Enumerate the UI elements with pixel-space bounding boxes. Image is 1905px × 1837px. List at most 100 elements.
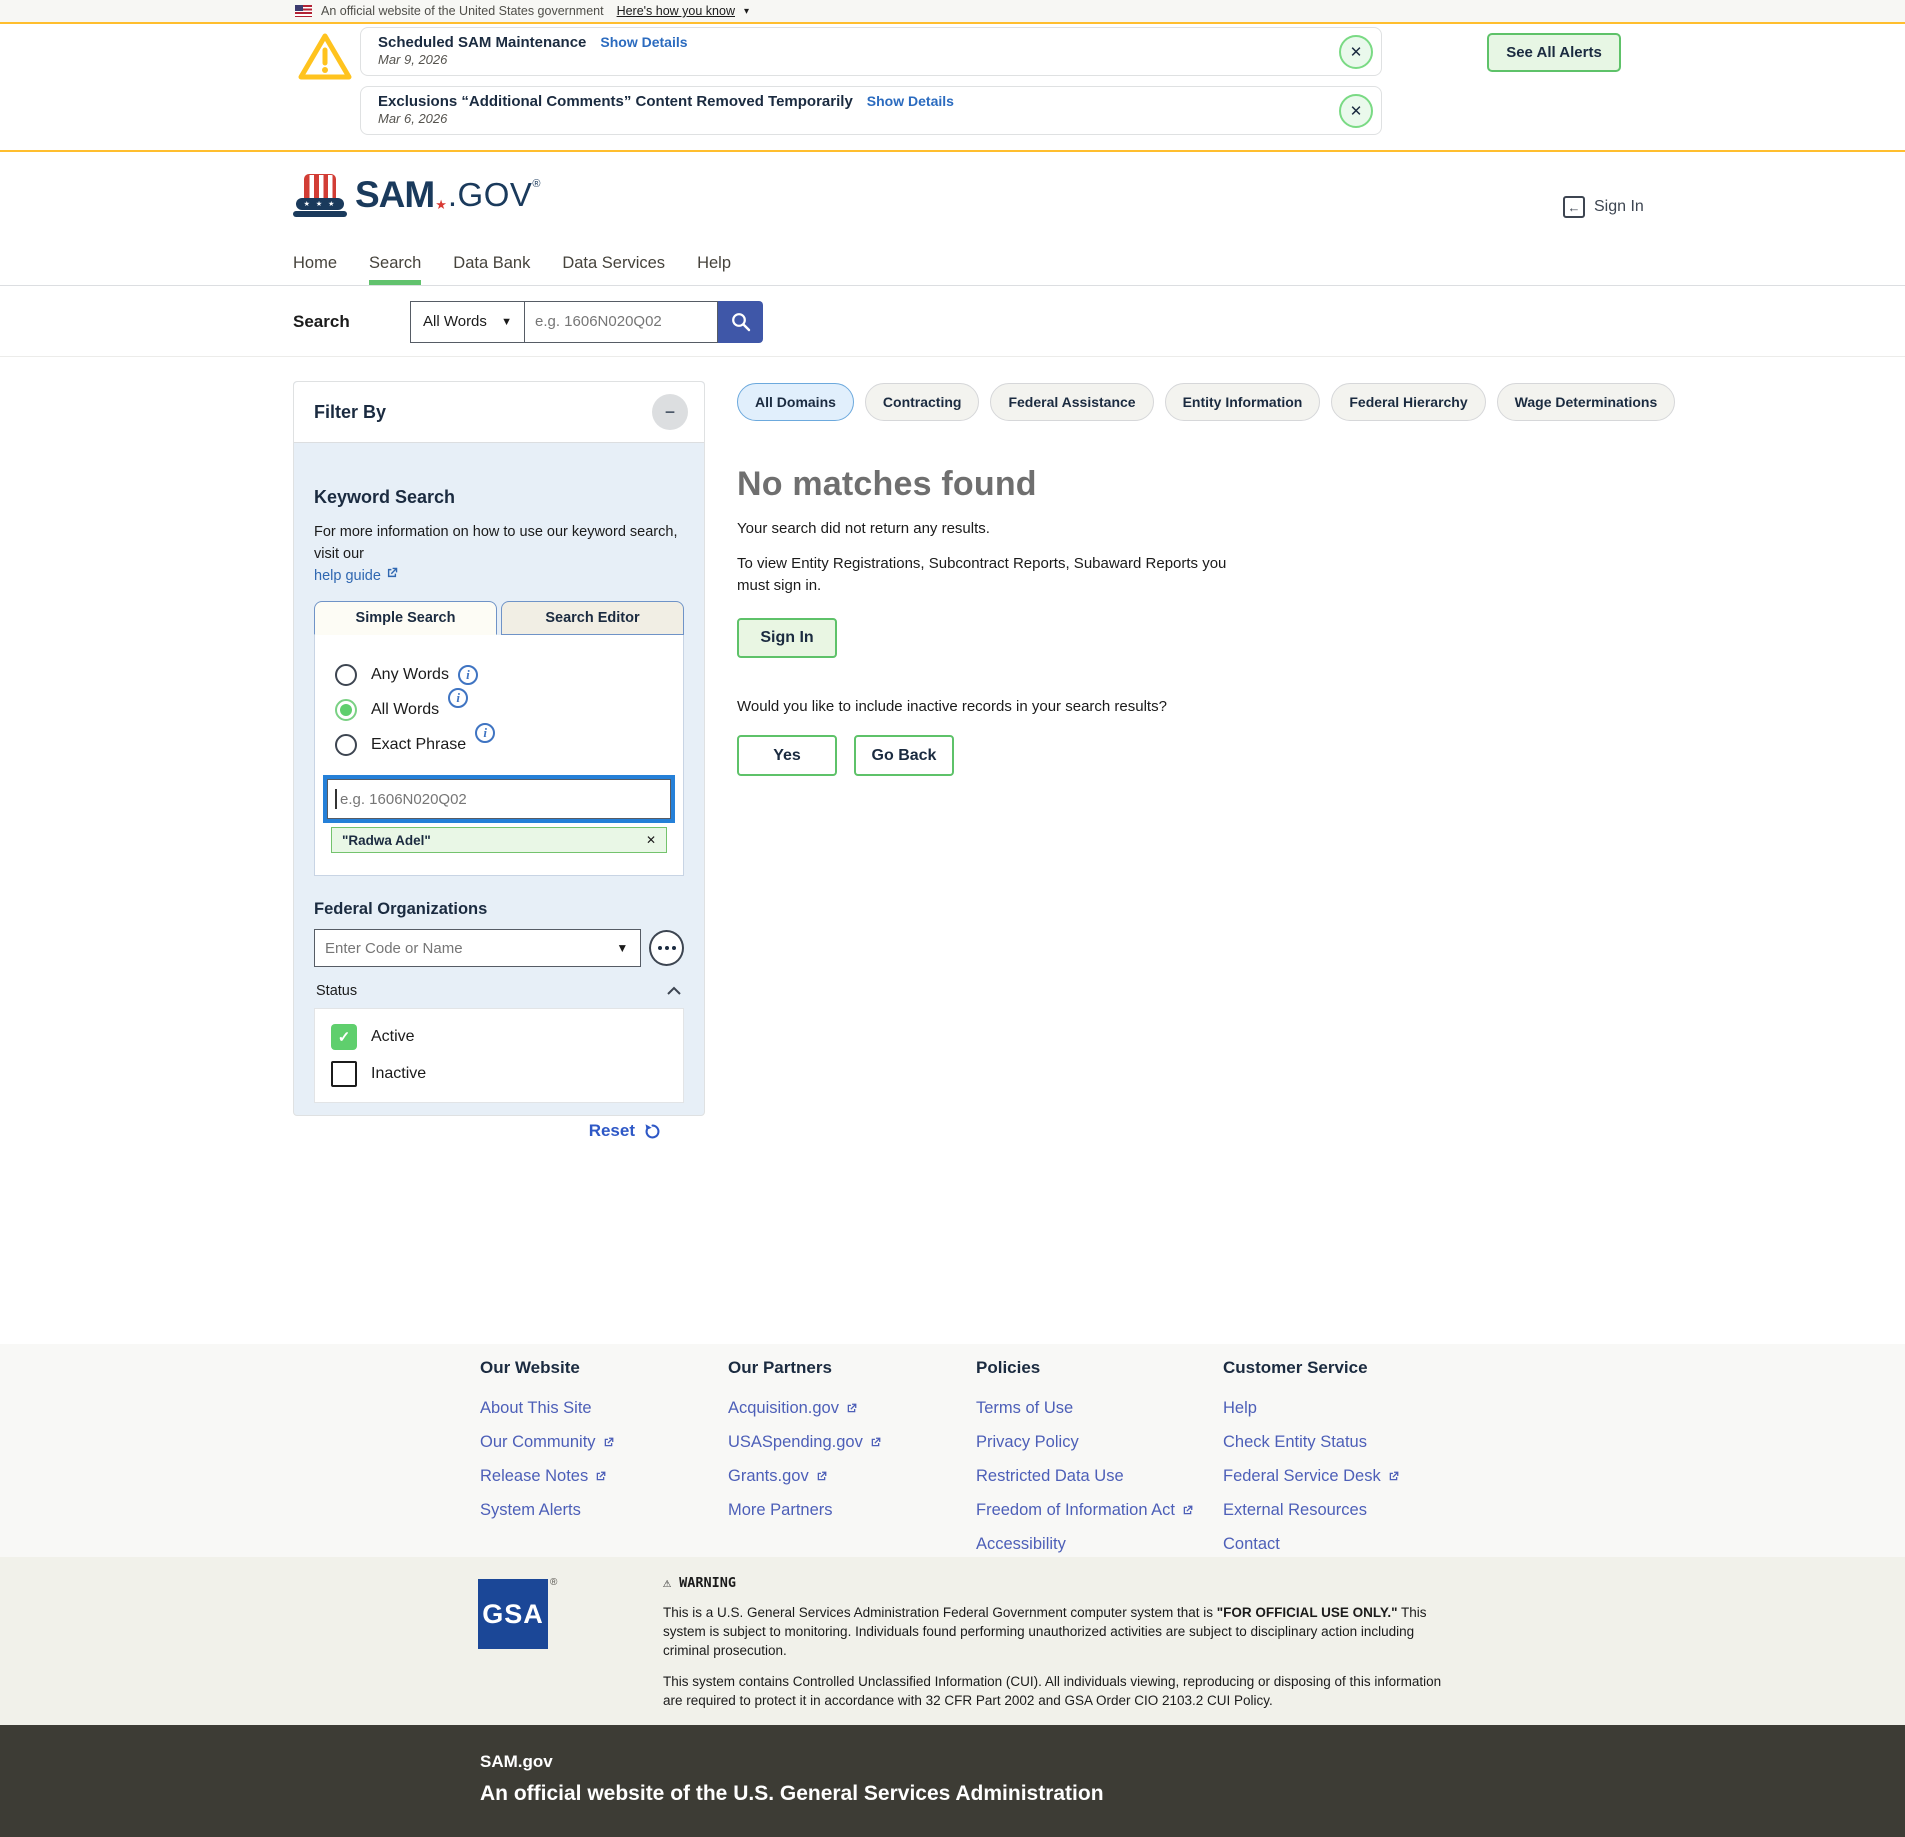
radio-any-words[interactable] (335, 664, 357, 686)
footer-link-acquisition-gov[interactable]: Acquisition.gov (728, 1398, 968, 1419)
footer-link-our-community[interactable]: Our Community (480, 1432, 720, 1453)
status-option-active[interactable]: ✓ Active (331, 1024, 667, 1050)
domain-tab-federal-assistance[interactable]: Federal Assistance (990, 383, 1153, 421)
show-details-link[interactable]: Show Details (600, 34, 687, 50)
nav-item-search[interactable]: Search (369, 242, 421, 285)
search-input[interactable] (525, 301, 718, 343)
footer-link-grants-gov[interactable]: Grants.gov (728, 1466, 968, 1487)
logo-text-gov: .GOV (448, 176, 533, 214)
text-cursor (335, 789, 337, 809)
search-icon (730, 311, 752, 333)
reset-filters-link[interactable]: Reset (314, 1121, 662, 1141)
show-details-link[interactable]: Show Details (867, 93, 954, 109)
footer-link-external-resources[interactable]: External Resources (1223, 1500, 1463, 1521)
footer-column-our-website: Our Website About This Site Our Communit… (480, 1358, 720, 1534)
footer-link-label: Release Notes (480, 1466, 588, 1487)
footer-link-accessibility[interactable]: Accessibility (976, 1534, 1216, 1555)
sam-gov-logo[interactable]: ★ ★ ★ SAM ★ .GOV ® (293, 172, 541, 218)
info-icon[interactable]: i (448, 688, 468, 708)
info-icon[interactable]: i (458, 665, 478, 685)
alert-close-button[interactable]: ✕ (1339, 35, 1373, 69)
footer-link-foia[interactable]: Freedom of Information Act (976, 1500, 1216, 1521)
chevron-down-icon[interactable]: ▼ (616, 941, 640, 955)
footer-link-label: Terms of Use (976, 1398, 1073, 1419)
info-icon[interactable]: i (475, 723, 495, 743)
external-link-icon (869, 1436, 882, 1449)
yes-button[interactable]: Yes (737, 735, 837, 776)
sign-in-button[interactable]: Sign In (737, 618, 837, 658)
reset-label: Reset (589, 1121, 635, 1141)
more-options-button[interactable] (649, 930, 684, 966)
tab-simple-search[interactable]: Simple Search (314, 601, 497, 635)
see-all-alerts-button[interactable]: See All Alerts (1487, 33, 1621, 72)
keyword-info-text: For more information on how to use our k… (314, 521, 684, 587)
collapse-filters-button[interactable]: − (652, 394, 688, 430)
domain-tab-wage-determinations[interactable]: Wage Determinations (1497, 383, 1676, 421)
help-guide-link[interactable]: help guide (314, 568, 381, 584)
footer-link-label: System Alerts (480, 1500, 581, 1521)
footer-link-check-entity-status[interactable]: Check Entity Status (1223, 1432, 1463, 1453)
footer-link-label: Check Entity Status (1223, 1432, 1367, 1453)
warning-icon: ⚠ (663, 1575, 671, 1591)
footer-link-about-this-site[interactable]: About This Site (480, 1398, 720, 1419)
header-sign-in-link[interactable]: ← Sign In (1563, 196, 1644, 218)
footer: Our Website About This Site Our Communit… (0, 1344, 1905, 1557)
filter-panel: Filter By − Keyword Search For more info… (293, 381, 705, 1116)
footer-link-system-alerts[interactable]: System Alerts (480, 1500, 720, 1521)
federal-org-select[interactable]: ▼ (314, 929, 641, 967)
footer-link-help[interactable]: Help (1223, 1398, 1463, 1419)
footer-column-title: Customer Service (1223, 1358, 1463, 1378)
keyword-input-wrap (327, 779, 671, 819)
external-link-icon (1387, 1470, 1400, 1483)
filter-header: Filter By − (294, 382, 704, 443)
footer-link-label: Help (1223, 1398, 1257, 1419)
footer-link-restricted-data-use[interactable]: Restricted Data Use (976, 1466, 1216, 1487)
status-option-inactive[interactable]: Inactive (331, 1061, 667, 1087)
federal-org-input[interactable] (315, 940, 616, 957)
search-submit-button[interactable] (718, 301, 763, 343)
radio-row-all-words[interactable]: All Words i (335, 698, 671, 722)
chip-remove-icon[interactable]: ✕ (646, 833, 656, 847)
radio-all-words-selected[interactable] (335, 699, 357, 721)
domain-tab-entity-information[interactable]: Entity Information (1165, 383, 1321, 421)
checkbox-active-checked[interactable]: ✓ (331, 1024, 357, 1050)
radio-exact-phrase[interactable] (335, 734, 357, 756)
alert-close-button[interactable]: ✕ (1339, 94, 1373, 128)
footer-link-more-partners[interactable]: More Partners (728, 1500, 968, 1521)
warning-triangle-icon (296, 30, 354, 84)
tab-search-editor[interactable]: Search Editor (501, 601, 684, 635)
footer-link-contact[interactable]: Contact (1223, 1534, 1463, 1555)
radio-row-any-words[interactable]: Any Words i (335, 663, 671, 687)
chevron-down-icon[interactable]: ▾ (744, 6, 749, 17)
nav-item-home[interactable]: Home (293, 242, 337, 285)
footer-link-release-notes[interactable]: Release Notes (480, 1466, 720, 1487)
domain-tab-contracting[interactable]: Contracting (865, 383, 980, 421)
footer-link-usaspending-gov[interactable]: USASpending.gov (728, 1432, 968, 1453)
keyword-search-input[interactable] (327, 779, 671, 819)
nav-item-help[interactable]: Help (697, 242, 731, 285)
footer-link-terms-of-use[interactable]: Terms of Use (976, 1398, 1216, 1419)
federal-organizations-section: Federal Organizations ▼ Status ✓ (294, 876, 704, 1141)
nav-item-data-bank[interactable]: Data Bank (453, 242, 530, 285)
footer-link-privacy-policy[interactable]: Privacy Policy (976, 1432, 1216, 1453)
footer-tagline: An official website of the U.S. General … (480, 1782, 1104, 1806)
nav-item-data-services[interactable]: Data Services (562, 242, 665, 285)
footer-link-label: External Resources (1223, 1500, 1367, 1521)
search-mode-select[interactable]: All Words ▼ (410, 301, 525, 343)
footer-link-label: Grants.gov (728, 1466, 809, 1487)
sign-in-arrow-icon: ← (1563, 196, 1585, 218)
footer-column-policies: Policies Terms of Use Privacy Policy Res… (976, 1358, 1216, 1568)
alert-title: Scheduled SAM Maintenance (378, 34, 586, 51)
domain-tab-all-domains[interactable]: All Domains (737, 383, 854, 421)
status-header[interactable]: Status (316, 983, 682, 999)
radio-row-exact-phrase[interactable]: Exact Phrase i (335, 733, 671, 757)
chevron-up-icon[interactable] (666, 986, 682, 996)
simple-search-card: Any Words i All Words i Exact Phrase i (314, 635, 684, 876)
filter-title: Filter By (314, 402, 386, 423)
go-back-button[interactable]: Go Back (854, 735, 954, 776)
footer-link-federal-service-desk[interactable]: Federal Service Desk (1223, 1466, 1463, 1487)
main-nav: Home Search Data Bank Data Services Help (0, 242, 1905, 286)
domain-tab-federal-hierarchy[interactable]: Federal Hierarchy (1331, 383, 1485, 421)
how-you-know-link[interactable]: Here's how you know (617, 4, 735, 18)
checkbox-inactive-unchecked[interactable] (331, 1061, 357, 1087)
